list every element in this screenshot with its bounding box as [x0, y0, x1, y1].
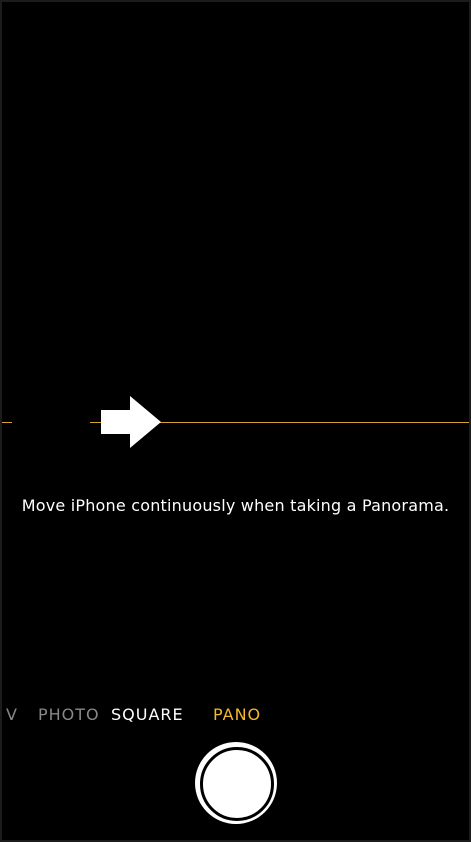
mode-pano[interactable]: PANO — [213, 705, 261, 724]
mode-square[interactable]: SQUARE — [111, 705, 184, 724]
guide-line-gap — [12, 420, 90, 425]
camera-viewfinder: Move iPhone continuously when taking a P… — [2, 2, 469, 840]
shutter-button[interactable] — [195, 742, 277, 824]
mode-video[interactable]: VIDEO — [6, 705, 18, 724]
camera-mode-selector[interactable]: VIDEO PHOTO SQUARE PANO — [2, 705, 469, 729]
panorama-instruction-text: Move iPhone continuously when taking a P… — [21, 496, 450, 515]
mode-photo[interactable]: PHOTO — [38, 705, 100, 724]
shutter-inner-ring — [200, 747, 274, 821]
arrow-right-icon — [101, 396, 161, 448]
